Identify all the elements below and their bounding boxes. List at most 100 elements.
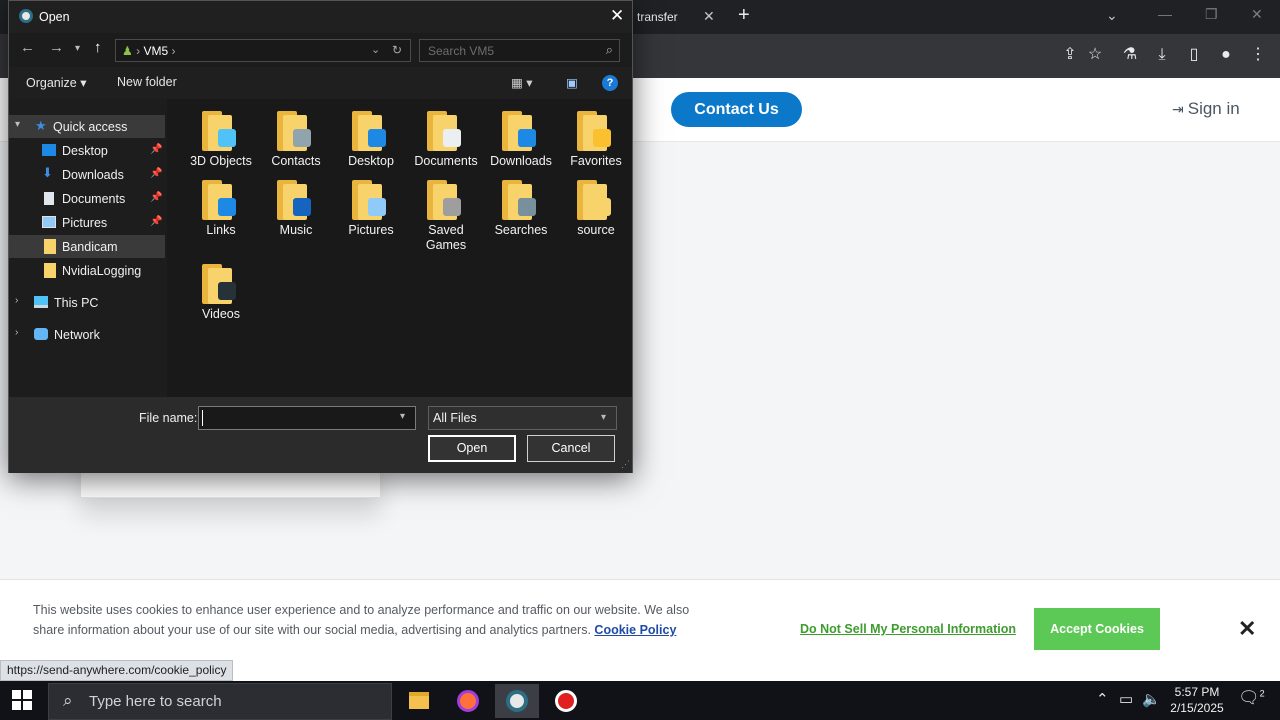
tree-item-desktop[interactable]: Desktop 📌 <box>9 139 165 162</box>
tree-item-bandicam[interactable]: Bandicam <box>9 235 165 258</box>
tab-close-icon[interactable]: ✕ <box>703 8 715 25</box>
tree-item-downloads[interactable]: ⬇ Downloads 📌 <box>9 163 165 186</box>
tree-item-documents[interactable]: Documents 📌 <box>9 187 165 210</box>
help-icon[interactable]: ? <box>602 75 618 91</box>
menu-icon[interactable]: ⋮ <box>1248 45 1268 65</box>
restore-button[interactable]: ❐ <box>1205 6 1218 23</box>
file-explorer-icon <box>409 692 429 709</box>
folder-item[interactable]: Pictures <box>334 170 408 240</box>
do-not-sell-link[interactable]: Do Not Sell My Personal Information <box>800 622 1016 636</box>
firefox-app[interactable] <box>446 684 490 718</box>
folder-item[interactable]: Favorites <box>559 101 633 171</box>
cookie-policy-link[interactable]: Cookie Policy <box>594 623 676 637</box>
folder-item[interactable]: Links <box>184 170 258 240</box>
forward-arrow-icon[interactable]: → <box>49 39 64 56</box>
star-icon[interactable]: ☆ <box>1085 45 1105 65</box>
taskbar-search[interactable]: ⌕ Type here to search <box>48 683 392 720</box>
file-type-select[interactable]: All Files ▾ <box>428 406 617 430</box>
organize-button[interactable]: Organize ▾ <box>26 75 86 90</box>
dialog-close-icon[interactable]: ✕ <box>610 6 624 26</box>
tray-expand-icon[interactable]: ⌃ <box>1096 690 1109 708</box>
windows-logo-icon <box>23 690 32 699</box>
start-button[interactable] <box>12 690 34 712</box>
chrome-icon <box>19 9 33 23</box>
folder-item[interactable]: Documents <box>409 101 483 171</box>
taskbar-clock[interactable]: 5:57 PM 2/15/2025 <box>1168 684 1226 716</box>
navigation-pane: ▾ ★ Quick access Desktop 📌 ⬇ Downloads 📌… <box>9 99 167 397</box>
folder-item[interactable]: Downloads <box>484 101 558 171</box>
folder-name: 3D Objects <box>190 154 252 168</box>
share-icon[interactable]: ⇪ <box>1060 45 1080 65</box>
file-name-dropdown-icon[interactable]: ▾ <box>400 411 405 422</box>
notification-center-icon[interactable]: 🗨2 <box>1238 688 1265 708</box>
open-button[interactable]: Open <box>428 435 516 462</box>
refresh-icon[interactable]: ↻ <box>392 43 402 57</box>
file-name-input[interactable]: ▾ <box>198 406 416 430</box>
up-arrow-icon[interactable]: ↑ <box>94 39 102 56</box>
folder-name: Pictures <box>348 223 394 237</box>
expand-icon[interactable]: › <box>15 295 18 306</box>
folder-item[interactable]: Videos <box>184 254 258 324</box>
cancel-button[interactable]: Cancel <box>527 435 615 462</box>
tree-item-network[interactable]: › Network <box>9 323 165 346</box>
folder-item[interactable]: Searches <box>484 170 558 240</box>
sign-in-label: Sign in <box>1187 99 1240 118</box>
profile-icon[interactable]: ● <box>1216 45 1236 65</box>
volume-icon[interactable]: 🔈 <box>1142 690 1161 708</box>
collapse-icon[interactable]: ▾ <box>15 119 20 130</box>
tree-item-pictures[interactable]: Pictures 📌 <box>9 211 165 234</box>
accept-cookies-button[interactable]: Accept Cookies <box>1034 608 1160 650</box>
search-icon: ⌕ <box>605 42 613 57</box>
folder-item[interactable]: Saved Games <box>409 170 483 252</box>
dialog-navbar: ← → ▾ ↑ ♟ › VM5 › ⌄ ↻ Search VM5 ⌕ <box>9 33 632 67</box>
folder-item[interactable]: Desktop <box>334 101 408 171</box>
clock-date: 2/15/2025 <box>1170 701 1224 715</box>
folder-name: Saved Games <box>425 223 467 252</box>
chrome-app[interactable] <box>495 684 539 718</box>
contact-us-button[interactable]: Contact Us <box>671 92 802 127</box>
recent-locations-icon[interactable]: ▾ <box>75 43 80 54</box>
folder-item[interactable]: source <box>559 170 633 240</box>
labs-icon[interactable]: ⚗ <box>1120 45 1140 65</box>
expand-icon[interactable]: › <box>15 327 18 338</box>
folder-item[interactable]: Contacts <box>259 101 333 171</box>
folder-name: Contacts <box>271 154 321 168</box>
network-icon <box>34 328 48 340</box>
folder-name: source <box>577 223 615 237</box>
breadcrumb-current[interactable]: VM5 <box>143 44 168 58</box>
pin-icon: 📌 <box>150 192 163 203</box>
tree-item-this-pc[interactable]: › This PC <box>9 291 165 314</box>
tab-title[interactable]: transfer <box>637 10 678 24</box>
new-tab-button[interactable]: + <box>738 4 750 27</box>
folder-item[interactable]: Music <box>259 170 333 240</box>
tree-item-label: Network <box>54 328 100 342</box>
taskbar-search-placeholder: Type here to search <box>89 693 222 710</box>
breadcrumb-separator: › <box>136 44 141 58</box>
record-app[interactable] <box>544 684 588 718</box>
dialog-search-input[interactable]: Search VM5 ⌕ <box>419 39 620 62</box>
tree-item-label: Desktop <box>62 144 108 158</box>
file-explorer-app[interactable] <box>397 684 441 718</box>
tree-item-nvidialogging[interactable]: NvidiaLogging <box>9 259 165 282</box>
status-bar-url: https://send-anywhere.com/cookie_policy <box>0 660 234 681</box>
back-arrow-icon[interactable]: ← <box>20 39 35 56</box>
chrome-icon <box>506 690 528 712</box>
sign-in-link[interactable]: ⇥ Sign in <box>1172 99 1240 119</box>
cookie-close-icon[interactable]: ✕ <box>1238 616 1256 642</box>
tab-search-icon[interactable]: ⌄ <box>1106 7 1118 24</box>
windows-logo-icon <box>23 701 32 710</box>
sidepanel-icon[interactable]: ▯ <box>1184 45 1204 65</box>
network-tray-icon[interactable]: ▭ <box>1119 690 1133 708</box>
address-bar[interactable]: ♟ › VM5 › ⌄ ↻ <box>115 39 411 62</box>
new-folder-button[interactable]: New folder <box>117 75 177 89</box>
download-icon[interactable]: ⤓ <box>1152 45 1172 65</box>
folder-icon <box>202 111 236 151</box>
tree-item-quick-access[interactable]: ▾ ★ Quick access <box>9 115 165 138</box>
window-close-button[interactable]: ✕ <box>1251 6 1263 23</box>
preview-pane-icon[interactable]: ▣ <box>566 75 578 90</box>
resize-grip-icon[interactable]: ⋰ <box>621 459 630 470</box>
folder-item[interactable]: 3D Objects <box>184 101 258 171</box>
view-options-icon[interactable]: ▦ ▾ <box>511 75 533 90</box>
minimize-button[interactable]: — <box>1158 6 1172 22</box>
address-dropdown-icon[interactable]: ⌄ <box>371 43 380 56</box>
